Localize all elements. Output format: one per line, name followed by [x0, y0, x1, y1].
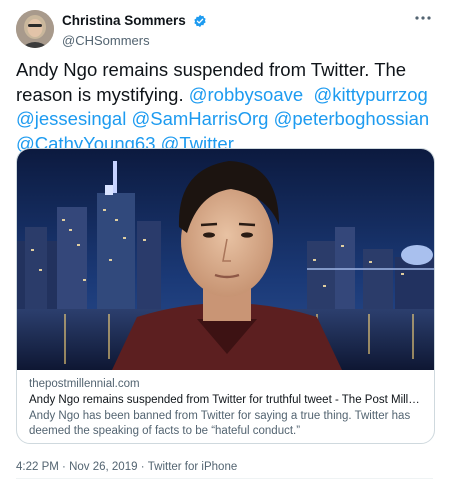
verified-badge-icon	[193, 14, 207, 28]
tweet-meta: 4:22 PM · Nov 26, 2019 · Twitter for iPh…	[16, 461, 237, 473]
mention-link[interactable]: @kittypurrzog	[313, 84, 427, 105]
mention-link[interactable]: @robbysoave	[189, 84, 303, 105]
meta-separator: ·	[140, 461, 145, 473]
card-title: Andy Ngo remains suspended from Twitter …	[29, 394, 422, 406]
mention-link[interactable]: @peterboghossian	[274, 108, 430, 129]
mention-link[interactable]: @SamHarrisOrg	[131, 108, 268, 129]
tweet-time[interactable]: 4:22 PM	[16, 461, 59, 473]
link-preview-card[interactable]: thepostmillennial.com Andy Ngo remains s…	[16, 148, 435, 444]
tweet: Christina Sommers @CHSommers Andy Ngo re…	[0, 0, 449, 484]
card-image[interactable]	[17, 149, 434, 370]
author-display-name[interactable]: Christina Sommers	[62, 13, 186, 28]
author-names: Christina Sommers @CHSommers	[62, 12, 207, 48]
meta-separator: ·	[62, 461, 66, 473]
author-handle[interactable]: @CHSommers	[62, 33, 207, 48]
more-horizontal-icon[interactable]	[411, 12, 431, 28]
avatar[interactable]	[16, 10, 54, 48]
tweet-text: Andy Ngo remains suspended from Twitter.…	[16, 58, 436, 156]
card-domain: thepostmillennial.com	[29, 378, 140, 390]
tweet-header: Christina Sommers @CHSommers	[16, 10, 433, 50]
card-description: Andy Ngo has been banned from Twitter fo…	[29, 410, 411, 437]
tweet-date[interactable]: Nov 26, 2019	[69, 461, 137, 473]
divider	[16, 478, 433, 479]
card-body: thepostmillennial.com Andy Ngo remains s…	[17, 370, 434, 439]
mention-link[interactable]: @jessesingal	[16, 108, 126, 129]
tweet-source[interactable]: Twitter for iPhone	[148, 461, 237, 473]
